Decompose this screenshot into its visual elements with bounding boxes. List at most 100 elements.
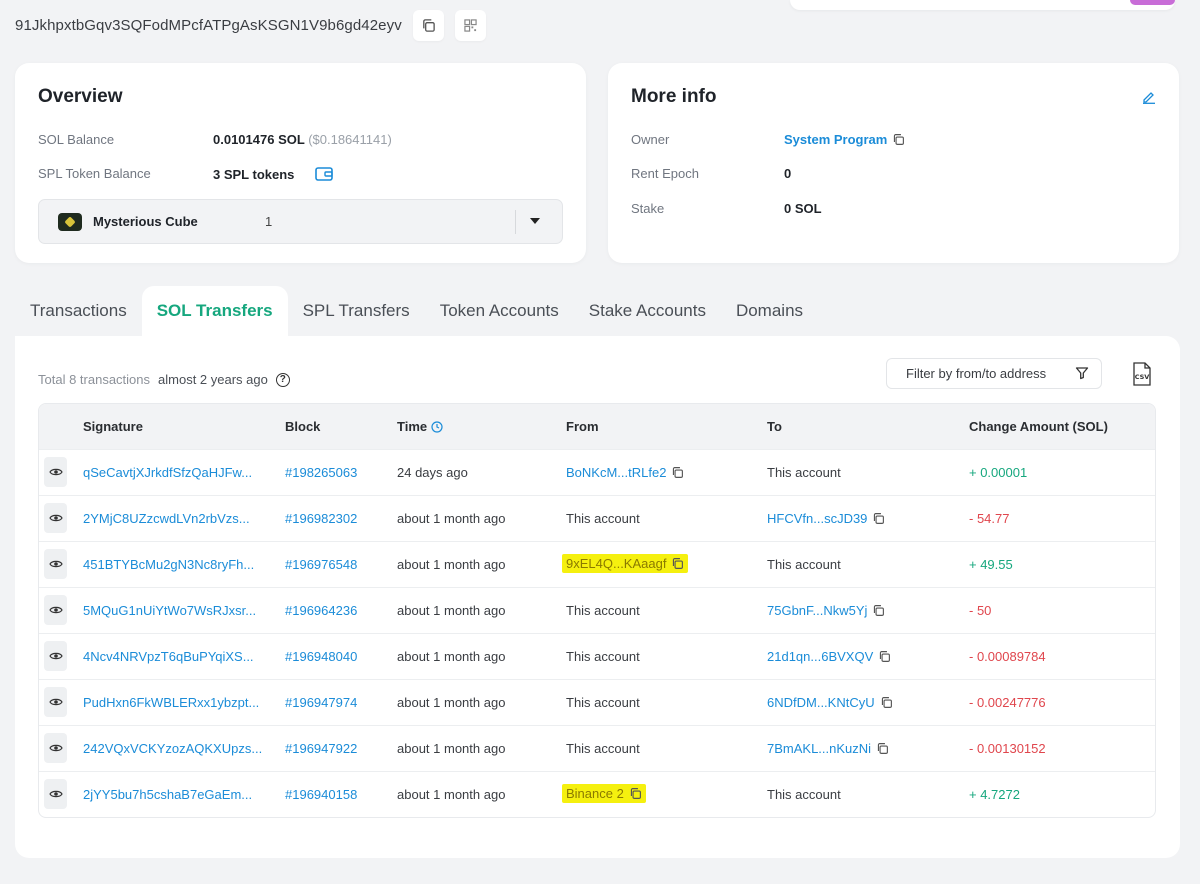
tab-sol-transfers[interactable]: SOL Transfers <box>141 286 288 336</box>
svg-text:CSV: CSV <box>1135 373 1150 381</box>
to-address-link[interactable]: 7BmAKL...nKuzNi <box>767 741 871 756</box>
view-details-button[interactable] <box>44 641 67 671</box>
block-link[interactable]: #196964236 <box>285 603 357 618</box>
wallet-icon[interactable] <box>315 166 334 182</box>
transactions-summary: Total 8 transactions almost 2 years ago … <box>38 372 290 387</box>
table-row: 2YMjC8UZzcwdLVn2rbVzs... #196982302 about … <box>39 495 1155 541</box>
time-value: about 1 month ago <box>397 741 506 756</box>
copy-icon[interactable] <box>892 133 905 146</box>
from-address-link[interactable]: BoNKcM...tRLfe2 <box>566 465 666 480</box>
table-row: 4Ncv4NRVpzT6qBuPYqiXS... #196948040 about … <box>39 633 1155 679</box>
block-link[interactable]: #196947922 <box>285 741 357 756</box>
copy-icon[interactable] <box>671 557 684 570</box>
time-value: about 1 month ago <box>397 603 506 618</box>
copy-icon[interactable] <box>872 604 885 617</box>
from-address-link[interactable]: Binance 2 <box>566 786 624 801</box>
signature-link[interactable]: 242VQxVCKYzozAQKXUpzs... <box>83 741 262 756</box>
token-select-dropdown[interactable]: Mysterious Cube 1 <box>38 199 563 244</box>
copy-icon[interactable] <box>629 787 642 800</box>
block-link[interactable]: #196982302 <box>285 511 357 526</box>
copy-icon[interactable] <box>878 650 891 663</box>
header-time[interactable]: Time <box>397 419 443 434</box>
from-this-account: This account <box>566 695 640 710</box>
time-ago: almost 2 years ago <box>158 372 268 387</box>
stake-value: 0 SOL <box>784 201 822 216</box>
table-row: 242VQxVCKYzozAQKXUpzs... #196947922 about … <box>39 725 1155 771</box>
owner-link[interactable]: System Program <box>784 132 887 147</box>
from-cell: 9xEL4Q...KAaagf <box>562 554 689 573</box>
from-this-account: This account <box>566 603 640 618</box>
stake-label: Stake <box>631 201 665 216</box>
header-signature: Signature <box>83 419 143 434</box>
block-link[interactable]: #196948040 <box>285 649 357 664</box>
from-cell: BoNKcM...tRLfe2 <box>566 465 684 480</box>
signature-link[interactable]: PudHxn6FkWBLERxx1ybzpt... <box>83 695 259 710</box>
spl-token-count: 3 SPL tokens <box>213 166 295 182</box>
signature-link[interactable]: 2YMjC8UZzcwdLVn2rbVzs... <box>83 511 250 526</box>
copy-icon[interactable] <box>872 512 885 525</box>
tab-transactions[interactable]: Transactions <box>15 286 142 336</box>
tab-spl-transfers[interactable]: SPL Transfers <box>288 286 425 336</box>
overview-title: Overview <box>38 86 123 107</box>
to-address-link[interactable]: 75GbnF...Nkw5Yj <box>767 603 867 618</box>
from-cell: Binance 2 <box>562 784 646 803</box>
from-this-account: This account <box>566 649 640 664</box>
block-link[interactable]: #196940158 <box>285 787 357 802</box>
view-details-button[interactable] <box>44 503 67 533</box>
view-details-button[interactable] <box>44 549 67 579</box>
time-value: about 1 month ago <box>397 695 506 710</box>
to-this-account: This account <box>767 787 841 802</box>
signature-link[interactable]: 5MQuG1nUiYtWo7WsRJxsr... <box>83 603 256 618</box>
csv-download-icon[interactable]: CSV <box>1132 362 1152 386</box>
address-filter-button[interactable]: Filter by from/to address <box>886 358 1102 389</box>
block-link[interactable]: #198265063 <box>285 465 357 480</box>
from-this-account: This account <box>566 511 640 526</box>
to-cell: This account <box>767 465 841 480</box>
owner-label: Owner <box>631 132 670 147</box>
tab-token-accounts[interactable]: Token Accounts <box>425 286 574 336</box>
signature-link[interactable]: 451BTYBcMu2gN3Nc8ryFh... <box>83 557 254 572</box>
view-details-button[interactable] <box>44 457 67 487</box>
header-from: From <box>566 419 599 434</box>
copy-icon[interactable] <box>671 466 684 479</box>
signature-link[interactable]: qSeCavtjXJrkdfSfzQaHJFw... <box>83 465 252 480</box>
help-icon[interactable]: ? <box>275 372 290 387</box>
sol-transfers-table: Signature Block Time From To Change Amou… <box>38 403 1156 818</box>
eye-icon <box>48 514 63 522</box>
from-address-link[interactable]: 9xEL4Q...KAaagf <box>566 556 666 571</box>
search-bar-fragment[interactable] <box>790 0 1175 10</box>
to-cell: This account <box>767 787 841 802</box>
time-value: about 1 month ago <box>397 649 506 664</box>
view-details-button[interactable] <box>44 733 67 763</box>
copy-address-button[interactable] <box>412 10 444 41</box>
change-amount: - 50 <box>969 603 992 618</box>
from-cell: This account <box>566 741 640 756</box>
signature-link[interactable]: 2jYY5bu7h5cshaB7eGaEm... <box>83 787 252 802</box>
view-details-button[interactable] <box>44 687 67 717</box>
to-cell: HFCVfn...scJD39 <box>767 511 885 526</box>
copy-icon[interactable] <box>880 696 893 709</box>
edit-pencil-icon[interactable] <box>1142 90 1156 104</box>
eye-icon <box>48 790 63 798</box>
view-details-button[interactable] <box>44 779 67 809</box>
to-address-link[interactable]: HFCVfn...scJD39 <box>767 511 867 526</box>
from-this-account: This account <box>566 741 640 756</box>
qr-code-button[interactable] <box>454 10 486 41</box>
block-link[interactable]: #196947974 <box>285 695 357 710</box>
tab-domains[interactable]: Domains <box>721 286 818 336</box>
search-button[interactable] <box>1130 0 1175 5</box>
table-row: 451BTYBcMu2gN3Nc8ryFh... #196976548 about … <box>39 541 1155 587</box>
eye-icon <box>48 698 63 706</box>
signature-link[interactable]: 4Ncv4NRVpzT6qBuPYqiXS... <box>83 649 254 664</box>
view-details-button[interactable] <box>44 595 67 625</box>
to-address-link[interactable]: 6NDfDM...KNtCyU <box>767 695 875 710</box>
time-value: about 1 month ago <box>397 557 506 572</box>
clock-icon[interactable] <box>431 420 443 433</box>
table-row: 2jYY5bu7h5cshaB7eGaEm... #196940158 about … <box>39 771 1155 817</box>
to-address-link[interactable]: 21d1qn...6BVXQV <box>767 649 873 664</box>
caret-down-icon[interactable] <box>530 218 540 224</box>
tab-stake-accounts[interactable]: Stake Accounts <box>574 286 721 336</box>
change-amount: - 0.00130152 <box>969 741 1046 756</box>
block-link[interactable]: #196976548 <box>285 557 357 572</box>
copy-icon[interactable] <box>876 742 889 755</box>
